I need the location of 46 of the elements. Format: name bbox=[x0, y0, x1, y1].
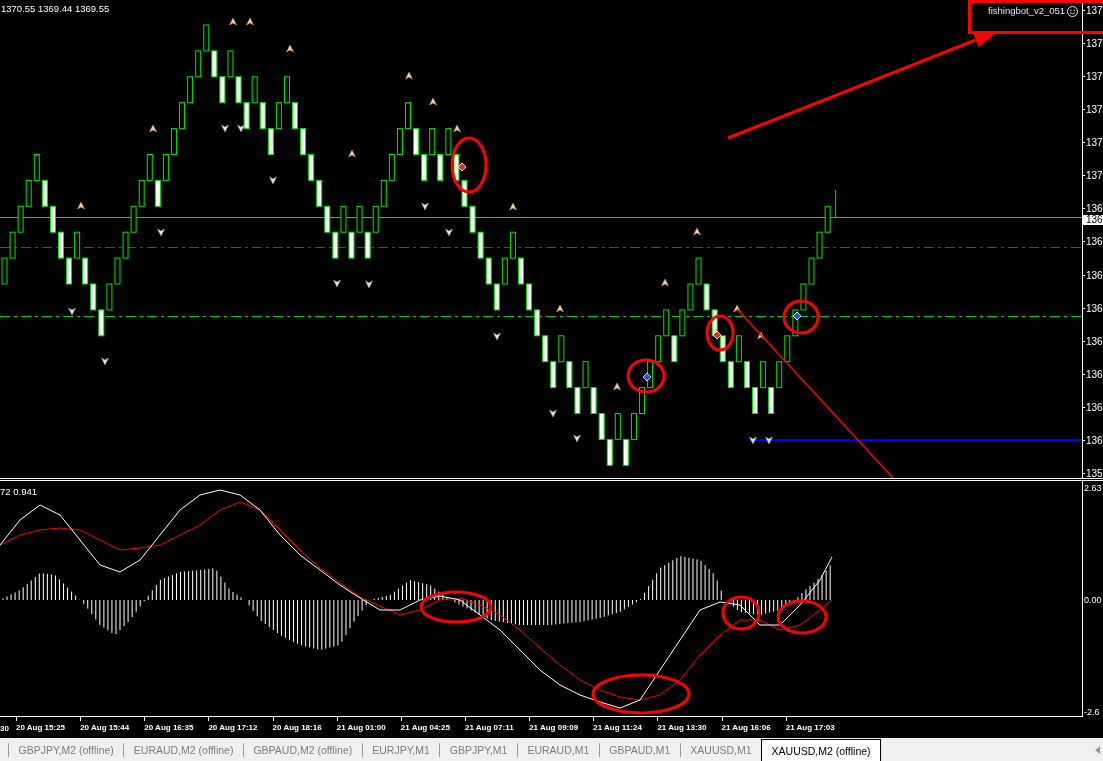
scale-label: -2.6 bbox=[1084, 707, 1101, 717]
price-label: 136 bbox=[1086, 336, 1103, 346]
scale-label: 0.00 bbox=[1084, 595, 1103, 605]
time-label: 30 bbox=[0, 723, 9, 734]
time-label: 21 Aug 16:06 bbox=[721, 722, 771, 733]
price-label: 137 bbox=[1086, 171, 1103, 181]
chart-tab[interactable]: EURJPY,M1 bbox=[362, 738, 440, 761]
price-label: 136 bbox=[1086, 402, 1103, 412]
scale-label: 2.63 bbox=[1084, 483, 1103, 493]
price-label: 136 bbox=[1086, 270, 1103, 280]
price-label: 137 bbox=[1086, 6, 1103, 15]
time-label: 20 Aug 15:44 bbox=[80, 722, 130, 733]
chart-tab[interactable]: GBPAUD,M1 bbox=[599, 738, 680, 761]
time-label: 20 Aug 18:16 bbox=[272, 722, 322, 733]
price-label: 137 bbox=[1086, 105, 1103, 115]
price-label: 137 bbox=[1086, 72, 1103, 82]
chart-tab[interactable]: GBPJPY,M2 (offline) bbox=[9, 738, 124, 761]
ohlc-readout: 1370.55 1369.44 1369.55 bbox=[1, 3, 110, 14]
time-label: 20 Aug 16:35 bbox=[144, 722, 194, 733]
time-label: 21 Aug 09:09 bbox=[529, 722, 579, 733]
expert-name: fishingbot_v2_051 bbox=[988, 5, 1066, 17]
time-label: 21 Aug 07:11 bbox=[465, 722, 514, 733]
price-label: 137 bbox=[1086, 138, 1103, 148]
price-label: 136 bbox=[1086, 237, 1103, 247]
price-label: 136 bbox=[1086, 435, 1103, 445]
chart-tab[interactable]: XAUUSD,M1 bbox=[680, 738, 762, 761]
chart-tab[interactable]: GBPJPY,M1 bbox=[440, 738, 517, 761]
scroll-left-icon[interactable] bbox=[1095, 745, 1100, 754]
smiley-icon bbox=[1067, 6, 1079, 17]
time-label: 21 Aug 11:24 bbox=[593, 722, 642, 733]
chart-tab[interactable]: EURAUD,M1 bbox=[517, 738, 599, 761]
price-label: 135 bbox=[1086, 468, 1103, 478]
time-label: 21 Aug 17:03 bbox=[785, 722, 835, 733]
price-label: 137 bbox=[1086, 39, 1103, 49]
time-label: 20 Aug 15:25 bbox=[16, 722, 66, 733]
chart-tab[interactable]: XAUUSD,M2 (offline) bbox=[761, 739, 882, 761]
time-label: 21 Aug 13:30 bbox=[657, 722, 707, 733]
time-label: 21 Aug 01:00 bbox=[336, 722, 386, 733]
chart-tab[interactable]: GBPAUD,M2 (offline) bbox=[243, 738, 362, 761]
time-label: 20 Aug 17:12 bbox=[208, 722, 258, 733]
price-label: 136 bbox=[1086, 369, 1103, 379]
price-label: 136 bbox=[1086, 303, 1103, 313]
time-label: 21 Aug 04:25 bbox=[400, 722, 450, 733]
price-label: 136 bbox=[1086, 204, 1103, 214]
chart-tab[interactable]: EURAUD,M2 (offline) bbox=[124, 738, 243, 761]
current-price-label: 136 bbox=[1083, 215, 1103, 225]
